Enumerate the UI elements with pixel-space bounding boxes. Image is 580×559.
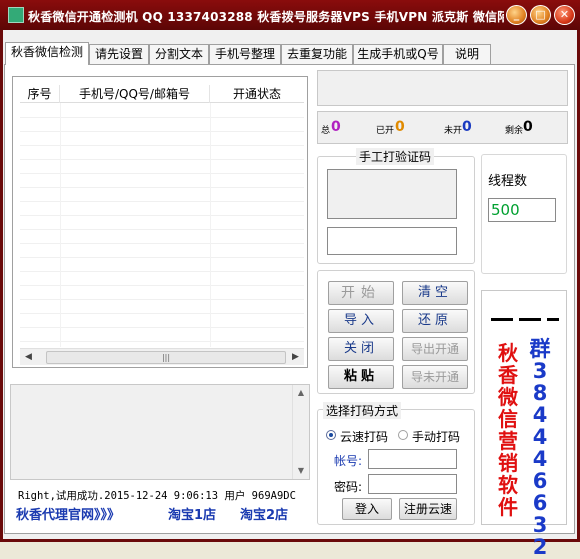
grid-column-line xyxy=(60,103,61,347)
table-header: 序号 手机号/QQ号/邮箱号 开通状态 xyxy=(20,85,304,103)
tab-weixin-check[interactable]: 秋香微信检测 xyxy=(5,42,89,65)
counter-total-label: 总 xyxy=(321,126,331,136)
status-line: Right,试用成功.2015-12-24 9:06:13 用户 969A9DC xyxy=(18,490,296,502)
captcha-group-label: 手工打验证码 xyxy=(356,148,435,165)
radio-dot xyxy=(329,433,333,437)
scroll-right-arrow[interactable]: ▶ xyxy=(287,349,304,366)
tab-dedupe[interactable]: 去重复功能 xyxy=(281,44,353,64)
tab-settings[interactable]: 请先设置 xyxy=(89,44,149,64)
app-icon xyxy=(8,7,24,23)
radio-manual-captcha[interactable] xyxy=(398,430,408,440)
threads-label: 线程数 xyxy=(488,174,528,189)
grid-line xyxy=(20,173,304,174)
grid-line xyxy=(20,299,304,300)
clear-button[interactable]: 清空 xyxy=(402,281,468,305)
grid-line xyxy=(20,229,304,230)
log-textarea[interactable] xyxy=(10,384,310,480)
grid-line xyxy=(20,187,304,188)
grid-column-line xyxy=(210,103,211,347)
taobao-shop-2-link[interactable]: 淘宝2店 xyxy=(240,504,288,523)
radio-fast-captcha[interactable] xyxy=(326,430,336,440)
info-panel xyxy=(317,70,568,106)
register-button[interactable]: 注册云速 xyxy=(399,498,457,520)
grid-line xyxy=(20,341,304,342)
table-horizontal-scrollbar[interactable]: ◀ ||| ▶ xyxy=(20,348,304,365)
maximize-button[interactable]: □ xyxy=(530,5,551,25)
counter-total-value: 0 xyxy=(331,119,341,135)
tab-phone-tidy[interactable]: 手机号整理 xyxy=(209,44,281,64)
close-button[interactable]: 关闭 xyxy=(328,337,394,361)
export-opened-button[interactable]: 导出开通 xyxy=(402,337,468,361)
column-header-account[interactable]: 手机号/QQ号/邮箱号 xyxy=(60,85,210,103)
radio-fast-captcha-label[interactable]: 云速打码 xyxy=(340,428,388,445)
counter-remaining-label: 剩余 xyxy=(505,126,524,136)
counter-opened-label: 已开 xyxy=(376,126,395,136)
column-header-status[interactable]: 开通状态 xyxy=(210,85,304,103)
window-title: 秋香微信开通检测机 QQ 1337403288 秋香拨号服务器VPS 手机VPN… xyxy=(28,10,504,24)
paste-button[interactable]: 粘贴 xyxy=(328,365,394,389)
taobao-shop-1-link[interactable]: 淘宝1店 xyxy=(168,504,216,523)
grid-line xyxy=(20,327,304,328)
captcha-mode-label: 选择打码方式 xyxy=(323,402,402,419)
scroll-thumb[interactable]: ||| xyxy=(46,351,286,364)
export-unopened-button[interactable]: 导未开通 xyxy=(402,365,468,389)
close-window-button[interactable]: ✕ xyxy=(554,5,575,25)
ad-slogan: 秋香微信营销软件 xyxy=(498,341,518,519)
tab-generate[interactable]: 生成手机或Q号 xyxy=(353,44,443,64)
grid-line xyxy=(20,313,304,314)
ad-dash xyxy=(519,318,541,321)
tab-help[interactable]: 说明 xyxy=(443,44,491,64)
scroll-down-arrow[interactable]: ▼ xyxy=(293,463,309,479)
ad-panel xyxy=(481,290,567,525)
minimize-button[interactable]: _ xyxy=(506,5,527,25)
password-input[interactable] xyxy=(368,474,457,494)
grid-line xyxy=(20,159,304,160)
grid-line xyxy=(20,271,304,272)
counter-opened-value: 0 xyxy=(395,119,405,135)
grid-line xyxy=(20,201,304,202)
grid-line xyxy=(20,257,304,258)
start-button[interactable]: 开始 xyxy=(328,281,394,305)
log-vertical-scrollbar[interactable]: ▲ ▼ xyxy=(292,385,309,479)
ad-group-number: 群384446632 xyxy=(529,337,551,559)
restore-button[interactable]: 还原 xyxy=(402,309,468,333)
grid-line xyxy=(20,117,304,118)
grid-line xyxy=(20,131,304,132)
import-button[interactable]: 导入 xyxy=(328,309,394,333)
captcha-image xyxy=(327,169,457,219)
agent-site-link[interactable]: 秋香代理官网》》》 xyxy=(16,504,120,523)
ad-dash xyxy=(547,318,559,321)
threads-input[interactable]: 500 xyxy=(488,198,556,222)
login-button[interactable]: 登入 xyxy=(342,498,392,520)
captcha-input[interactable] xyxy=(327,227,457,255)
grid-line xyxy=(20,145,304,146)
grid-line xyxy=(20,215,304,216)
tab-split-text[interactable]: 分割文本 xyxy=(149,44,209,64)
column-header-index[interactable]: 序号 xyxy=(20,85,60,103)
account-label: 帐号: xyxy=(334,454,363,468)
counter-unopened-value: 0 xyxy=(462,119,472,135)
radio-manual-captcha-label[interactable]: 手动打码 xyxy=(412,428,460,445)
grid-line xyxy=(20,285,304,286)
scroll-left-arrow[interactable]: ◀ xyxy=(20,349,37,366)
grid-line xyxy=(20,243,304,244)
counter-unopened-label: 未开 xyxy=(444,126,463,136)
account-input[interactable] xyxy=(368,449,457,469)
counter-remaining-value: 0 xyxy=(523,119,533,135)
ad-dash xyxy=(491,318,513,321)
password-label: 密码: xyxy=(334,480,363,494)
result-table[interactable] xyxy=(12,76,308,368)
title-bar[interactable]: 秋香微信开通检测机 QQ 1337403288 秋香拨号服务器VPS 手机VPN… xyxy=(0,0,580,30)
scroll-up-arrow[interactable]: ▲ xyxy=(293,385,309,401)
